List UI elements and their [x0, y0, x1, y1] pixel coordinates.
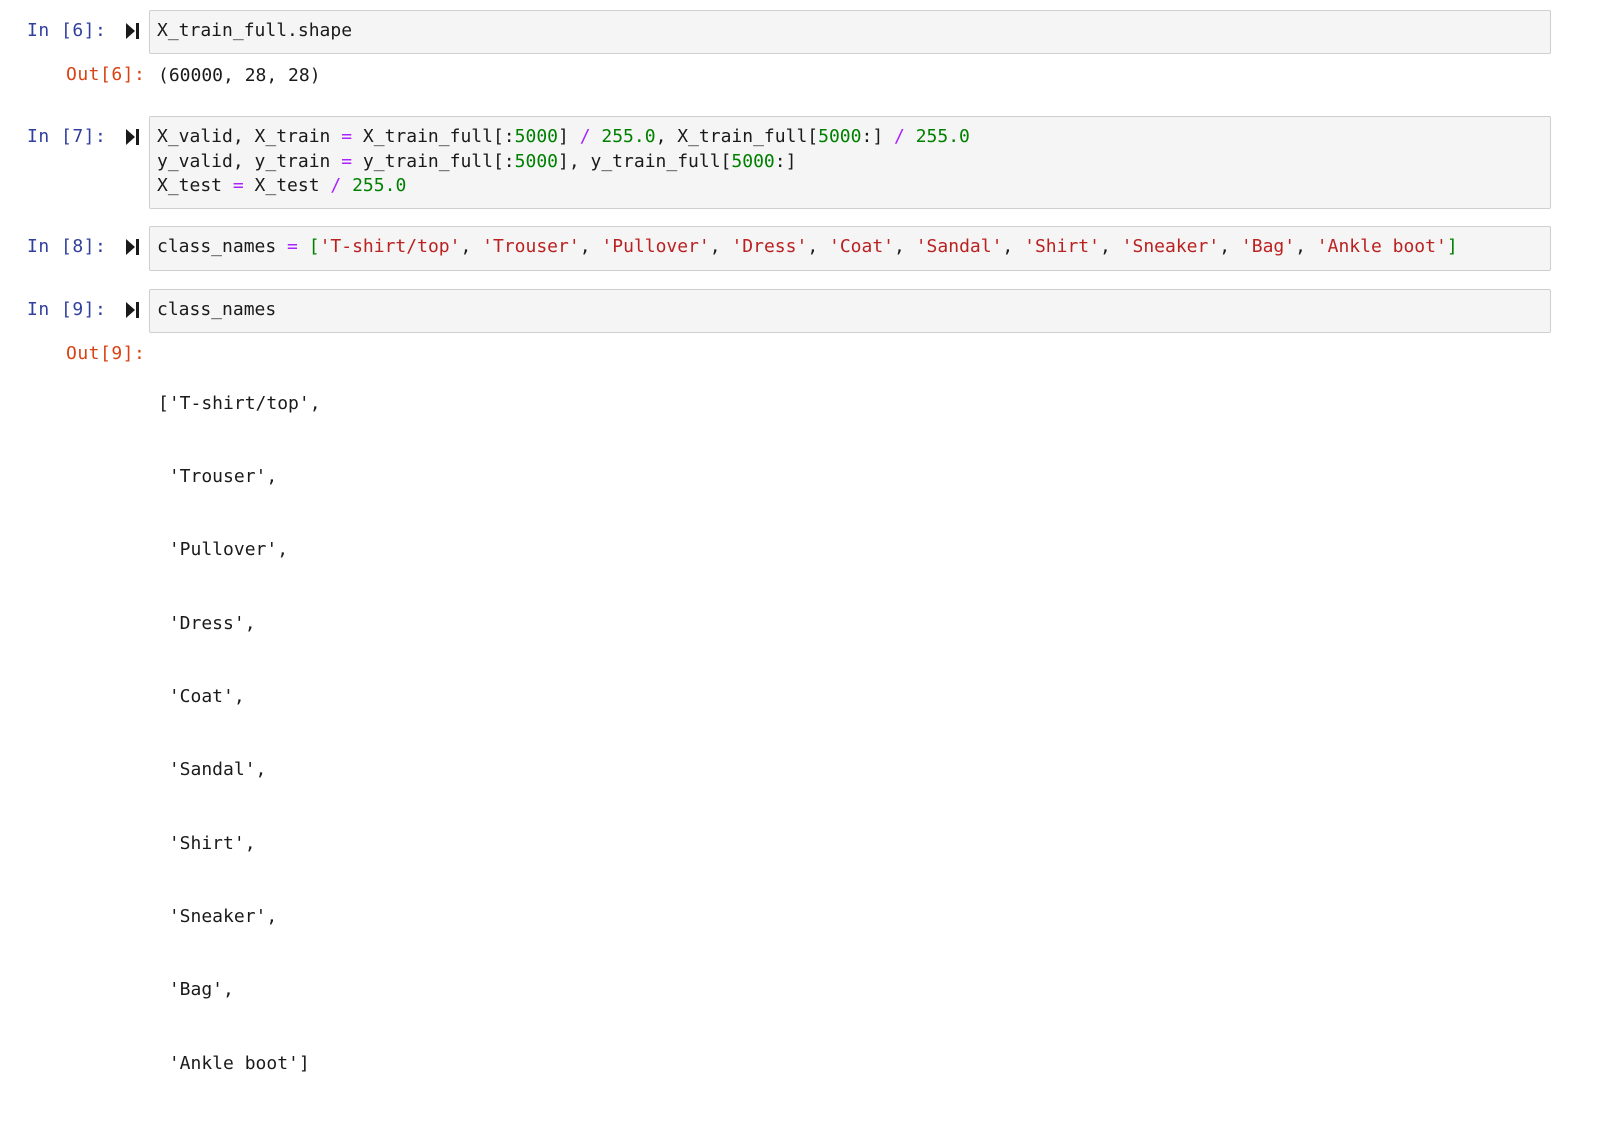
run-cell-icon[interactable]	[125, 237, 141, 257]
input-prompt: In [8]:	[27, 236, 107, 257]
code-input[interactable]: class_names	[149, 289, 1551, 333]
output-line: 'Shirt',	[158, 832, 256, 854]
input-prompt: In [7]:	[27, 126, 107, 147]
string-literal: 'Coat'	[829, 236, 895, 257]
string-literal: 'Trouser'	[482, 236, 580, 257]
code-line: class_names = ['T-shirt/top', 'Trouser',…	[157, 236, 1458, 257]
input-prompt: In [9]:	[27, 299, 107, 320]
cell-output: (60000, 28, 28)	[158, 64, 321, 89]
string-literal: 'Bag'	[1240, 236, 1296, 257]
code-line: class_names	[157, 299, 277, 320]
code-input[interactable]: X_valid, X_train = X_train_full[:5000] /…	[149, 116, 1551, 209]
output-line: 'Ankle boot']	[158, 1052, 310, 1074]
output-line: 'Bag',	[158, 979, 234, 1001]
code-line: X_train_full.shape	[157, 20, 353, 41]
run-cell-icon[interactable]	[125, 127, 141, 147]
string-literal: 'Ankle boot'	[1316, 236, 1447, 257]
code-input[interactable]: X_train_full.shape	[149, 10, 1551, 54]
string-literal: 'Dress'	[731, 236, 808, 257]
input-prompt: In [6]:	[27, 20, 107, 41]
output-line: 'Dress',	[158, 612, 256, 634]
code-line: X_valid, X_train = X_train_full[:5000] /…	[157, 126, 970, 147]
code-line: X_test = X_test / 255.0	[157, 175, 407, 196]
code-input[interactable]: class_names = ['T-shirt/top', 'Trouser',…	[149, 226, 1551, 271]
code-line: y_valid, y_train = y_train_full[:5000], …	[157, 150, 797, 172]
output-prompt: Out[9]:	[66, 343, 146, 364]
output-line: 'Sneaker',	[158, 906, 278, 927]
output-line: 'Coat',	[158, 686, 245, 708]
run-cell-icon[interactable]	[125, 300, 141, 320]
string-literal: 'Shirt'	[1024, 236, 1100, 257]
output-line: ['T-shirt/top',	[158, 392, 321, 414]
run-cell-icon[interactable]	[125, 21, 141, 41]
string-literal: 'Pullover'	[601, 236, 710, 257]
string-literal: 'Sandal'	[915, 236, 1003, 257]
output-line: 'Trouser',	[158, 466, 278, 488]
output-prompt: Out[6]:	[66, 64, 146, 85]
output-line: 'Pullover',	[158, 539, 289, 561]
cell-output: ['T-shirt/top', 'Trouser', 'Pullover', '…	[158, 343, 321, 1125]
string-literal: 'Sneaker'	[1121, 236, 1220, 257]
output-line: (60000, 28, 28)	[158, 65, 321, 86]
output-line: 'Sandal',	[158, 759, 267, 781]
string-literal: 'T-shirt/top'	[319, 236, 461, 257]
